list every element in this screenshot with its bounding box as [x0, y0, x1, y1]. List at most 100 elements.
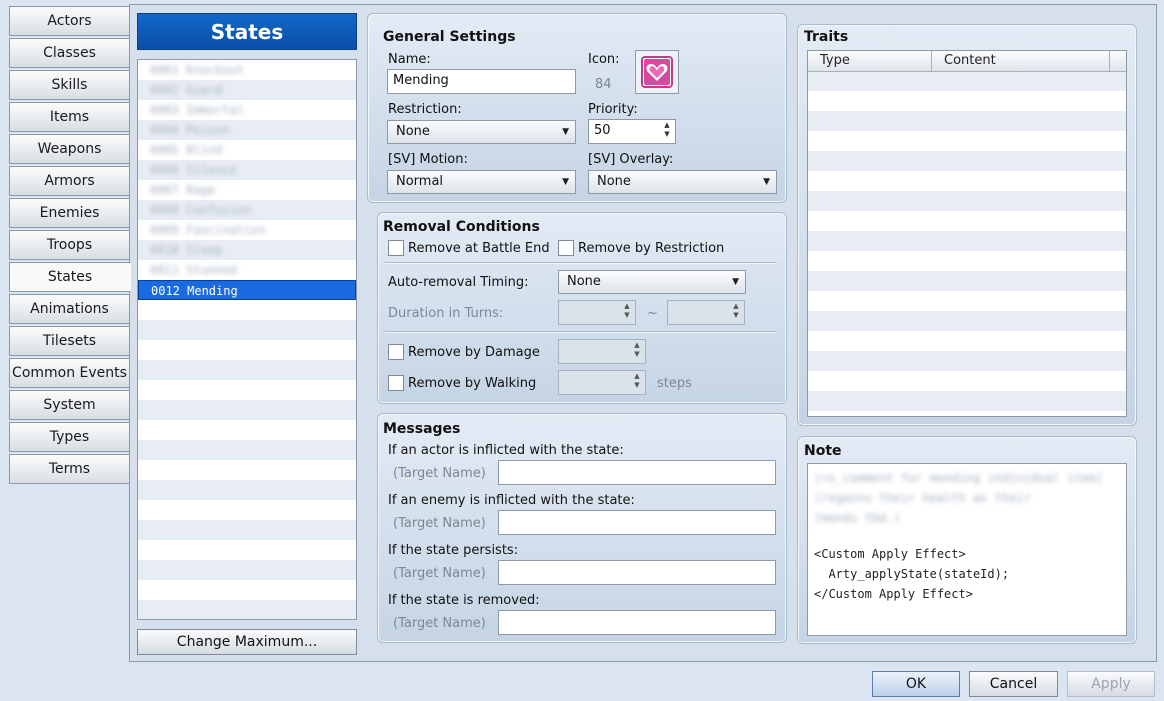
- list-item[interactable]: 0006 Silence: [138, 160, 356, 180]
- states-list[interactable]: 0001 Knockout 0002 Guard 0003 Immortal 0004…: [137, 59, 357, 620]
- name-input[interactable]: Mending: [387, 69, 576, 94]
- sv-motion-select[interactable]: Normal ▼: [387, 170, 576, 194]
- priority-value: 50: [594, 123, 611, 138]
- list-item[interactable]: 0007 Rage: [138, 180, 356, 200]
- enemy-message-label: If an enemy is inflicted with the state:: [388, 493, 635, 508]
- spin-arrows-icon: ▲ ▼: [733, 302, 739, 319]
- persists-message-label: If the state persists:: [388, 543, 519, 558]
- walking-label: Remove by Walking: [408, 376, 537, 391]
- chevron-down-icon: ▼: [732, 277, 739, 287]
- chevron-down-icon: ▼: [562, 127, 569, 137]
- removed-message-input[interactable]: [498, 610, 776, 635]
- battle-end-label: Remove at Battle End: [408, 241, 550, 256]
- target-name-label: (Target Name): [393, 616, 486, 631]
- target-name-label: (Target Name): [393, 466, 486, 481]
- damage-label: Remove by Damage: [408, 345, 540, 360]
- enemy-message-input[interactable]: [498, 510, 776, 535]
- list-item[interactable]: 0010 Sleep: [138, 240, 356, 260]
- tab-common-events[interactable]: Common Events: [9, 358, 130, 388]
- divider: [385, 262, 777, 264]
- duration-min-stepper: ▲ ▼: [558, 300, 636, 325]
- list-item[interactable]: 0001 Knockout: [138, 60, 356, 80]
- tab-armors[interactable]: Armors: [9, 166, 130, 196]
- steps-label: steps: [657, 376, 692, 391]
- tab-tilesets[interactable]: Tilesets: [9, 326, 130, 356]
- persists-message-input[interactable]: [498, 560, 776, 585]
- sv-overlay-label: [SV] Overlay:: [588, 152, 674, 167]
- priority-label: Priority:: [588, 102, 638, 117]
- list-item[interactable]: 0009 Fascination: [138, 220, 356, 240]
- walking-checkbox[interactable]: [388, 375, 404, 391]
- list-item[interactable]: 0008 Confusion: [138, 200, 356, 220]
- spin-arrows-icon: ▲ ▼: [634, 341, 640, 358]
- list-item[interactable]: 0004 Poison: [138, 120, 356, 140]
- battle-end-checkbox[interactable]: [388, 240, 404, 256]
- list-item[interactable]: 0011 Stunned: [138, 260, 356, 280]
- damage-stepper: ▲ ▼: [558, 339, 646, 364]
- traits-table[interactable]: Type Content: [807, 50, 1127, 417]
- messages-title: Messages: [383, 421, 461, 437]
- walking-stepper: ▲ ▼: [558, 370, 646, 395]
- removed-message-label: If the state is removed:: [388, 593, 540, 608]
- tab-enemies[interactable]: Enemies: [9, 198, 130, 228]
- chevron-down-icon: ▼: [763, 177, 770, 187]
- cancel-button[interactable]: Cancel: [969, 671, 1058, 697]
- icon-picker[interactable]: [635, 50, 679, 94]
- change-maximum-button[interactable]: Change Maximum...: [137, 629, 357, 655]
- list-item-selected[interactable]: 0012 Mending: [138, 280, 356, 300]
- removal-conditions-title: Removal Conditions: [383, 219, 540, 235]
- tab-troops[interactable]: Troops: [9, 230, 130, 260]
- name-label: Name:: [388, 52, 431, 67]
- tab-states[interactable]: States: [9, 262, 131, 292]
- traits-header: Type Content: [808, 51, 1126, 72]
- target-name-label: (Target Name): [393, 516, 486, 531]
- sv-overlay-select[interactable]: None ▼: [588, 170, 777, 194]
- tab-terms[interactable]: Terms: [9, 454, 130, 484]
- list-item[interactable]: 0003 Immortal: [138, 100, 356, 120]
- heart-icon: [641, 56, 673, 88]
- spin-arrows-icon: ▲ ▼: [624, 302, 630, 319]
- duration-label: Duration in Turns:: [388, 306, 504, 321]
- list-item[interactable]: 0002 Guard: [138, 80, 356, 100]
- tab-classes[interactable]: Classes: [9, 38, 130, 68]
- restriction-label: Restriction:: [388, 102, 462, 117]
- spin-arrows-icon[interactable]: ▲ ▼: [662, 121, 672, 139]
- tab-weapons[interactable]: Weapons: [9, 134, 130, 164]
- tab-types[interactable]: Types: [9, 422, 130, 452]
- tab-actors[interactable]: Actors: [9, 6, 130, 36]
- list-title: States: [137, 13, 357, 50]
- auto-removal-select[interactable]: None ▼: [558, 270, 746, 294]
- divider: [385, 331, 777, 333]
- auto-removal-label: Auto-removal Timing:: [388, 275, 529, 290]
- tab-skills[interactable]: Skills: [9, 70, 130, 100]
- damage-checkbox[interactable]: [388, 344, 404, 360]
- actor-message-input[interactable]: [498, 460, 776, 485]
- note-blurred-text: (<x_comment for mending individual item)…: [814, 471, 1103, 525]
- column-header-content[interactable]: Content: [932, 51, 1110, 71]
- traits-title: Traits: [804, 29, 849, 45]
- restriction-value: None: [396, 124, 430, 139]
- sv-motion-label: [SV] Motion:: [388, 152, 468, 167]
- tab-animations[interactable]: Animations: [9, 294, 130, 324]
- tab-items[interactable]: Items: [9, 102, 130, 132]
- icon-label: Icon:: [588, 52, 620, 67]
- ok-button[interactable]: OK: [872, 671, 960, 697]
- priority-stepper[interactable]: 50 ▲ ▼: [588, 119, 676, 144]
- apply-button[interactable]: Apply: [1067, 671, 1155, 697]
- restriction-checkbox[interactable]: [558, 240, 574, 256]
- removal-restriction-label: Remove by Restriction: [578, 241, 725, 256]
- restriction-select[interactable]: None ▼: [387, 120, 576, 144]
- spin-arrows-icon: ▲ ▼: [634, 372, 640, 389]
- list-item[interactable]: 0005 Blind: [138, 140, 356, 160]
- column-header-type[interactable]: Type: [808, 51, 932, 71]
- actor-message-label: If an actor is inflicted with the state:: [388, 443, 624, 458]
- sv-overlay-value: None: [597, 174, 631, 189]
- duration-max-stepper: ▲ ▼: [667, 300, 745, 325]
- chevron-down-icon: ▼: [562, 177, 569, 187]
- note-text: <Custom Apply Effect> Arty_applyState(st…: [814, 547, 1010, 601]
- note-textarea[interactable]: (<x_comment for mending individual item)…: [807, 463, 1127, 636]
- tilde-separator: ~: [647, 306, 658, 321]
- tab-system[interactable]: System: [9, 390, 130, 420]
- sv-motion-value: Normal: [396, 174, 444, 189]
- target-name-label: (Target Name): [393, 566, 486, 581]
